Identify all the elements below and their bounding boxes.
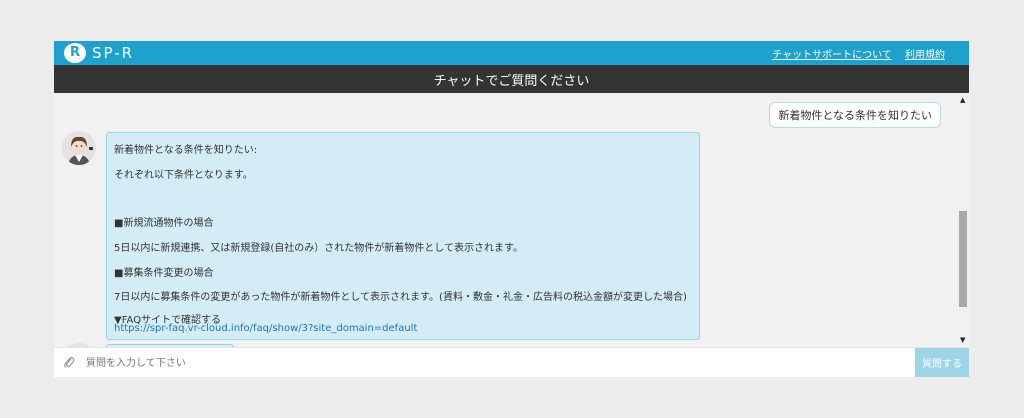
- logo: R SP-R: [64, 43, 134, 63]
- bot-line: ■募集条件変更の場合: [114, 268, 214, 279]
- avatar-icon: [62, 131, 96, 165]
- bot-line: 5日以内に新規連携、又は新規登録(自社のみ）された物件が新着物件として表示されま…: [114, 243, 523, 254]
- bot-message: 新着物件となる条件を知りたい: それぞれ以下条件となります。 ■新規流通物件の場…: [106, 132, 700, 340]
- logo-icon: R: [64, 43, 86, 63]
- bot-line: 新着物件となる条件を知りたい:: [114, 145, 258, 156]
- bot-line: ■新規流通物件の場合: [114, 218, 214, 229]
- scroll-down-icon[interactable]: ▼: [960, 336, 965, 344]
- question-input[interactable]: [84, 352, 908, 374]
- page-title: チャットでご質問ください: [54, 65, 969, 93]
- scroll-thumb[interactable]: [959, 211, 967, 307]
- chat-support-link[interactable]: チャットサポートについて: [772, 50, 892, 61]
- terms-link[interactable]: 利用規約: [905, 50, 945, 61]
- paperclip-icon[interactable]: [63, 355, 75, 369]
- user-message: 新着物件となる条件を知りたい: [769, 102, 941, 128]
- logo-text: SP-R: [92, 44, 135, 62]
- chat-window: R SP-R チャットサポートについて 利用規約 チャットでご質問ください 新着…: [54, 41, 969, 377]
- chat-messages[interactable]: 新着物件となる条件を知りたい 新着物件となる条件を知りたい: それぞれ以下条件と…: [54, 93, 957, 347]
- bot-line: 7日以内に募集条件の変更があった物件が新着物件として表示されます。(賃料・敷金・…: [114, 292, 687, 303]
- bot-line: それぞれ以下条件となります。: [114, 170, 253, 181]
- scroll-up-icon[interactable]: ▲: [960, 96, 965, 104]
- send-button[interactable]: 質問する: [915, 348, 969, 377]
- faq-link[interactable]: https://spr-faq.vr-cloud.info/faq/show/3…: [114, 323, 417, 334]
- composer: 質問する: [54, 347, 969, 377]
- scrollbar[interactable]: ▲ ▼: [957, 93, 969, 347]
- header-links: チャットサポートについて 利用規約: [762, 46, 945, 61]
- top-bar: R SP-R チャットサポートについて 利用規約: [54, 41, 969, 65]
